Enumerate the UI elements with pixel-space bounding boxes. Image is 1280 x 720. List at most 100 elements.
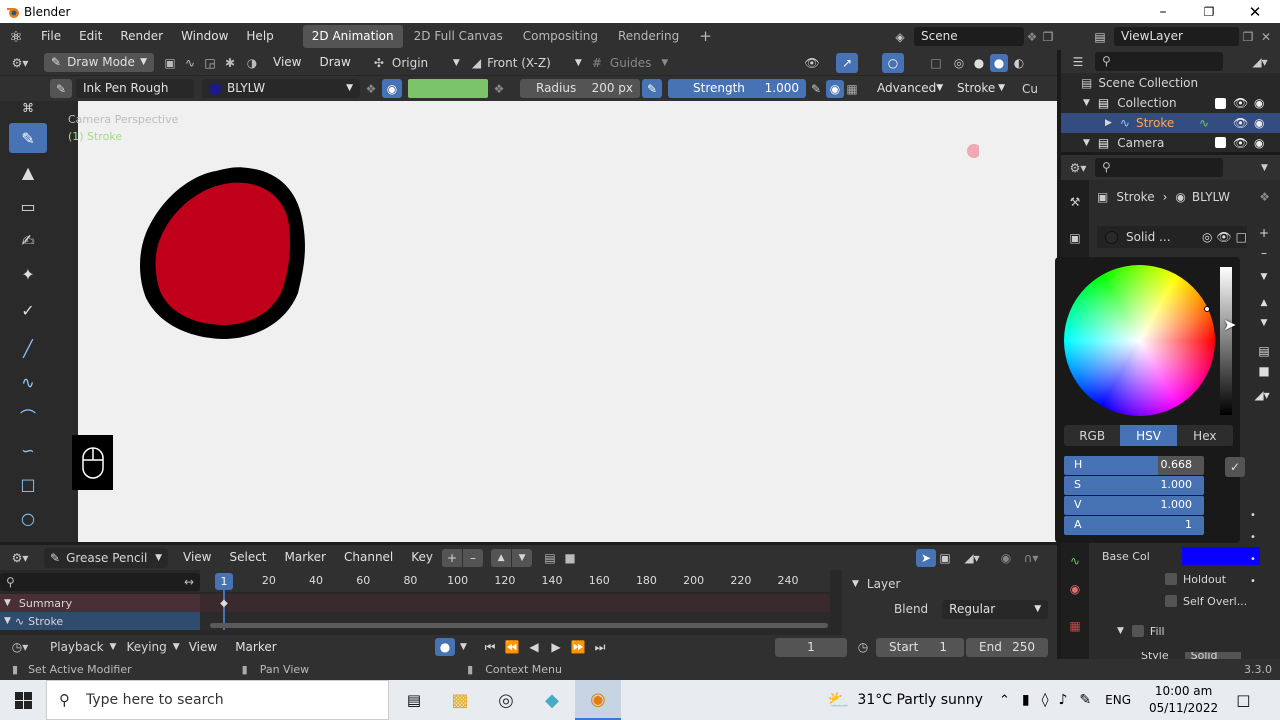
tool-curve[interactable]: ∽ (9, 435, 47, 465)
add-workspace-button[interactable]: + (690, 25, 721, 48)
filter-icon[interactable]: ◢▾ (1243, 55, 1277, 69)
auto-keying-icon[interactable]: ● (435, 638, 455, 656)
only-selected-icon[interactable]: ➤ (916, 548, 936, 567)
timeline-scrollbar[interactable] (210, 623, 828, 628)
tool-arc[interactable]: ⌒ (9, 401, 47, 431)
strength-pressure-icon[interactable]: ✎ (806, 82, 826, 96)
jump-start-icon[interactable]: ⏮ (480, 640, 500, 655)
remove-slot-icon[interactable]: – (1257, 246, 1271, 260)
overlay-icon[interactable]: ○ (882, 52, 904, 73)
origin-selector[interactable]: ✣ Origin ▼ (374, 56, 460, 70)
properties-search[interactable]: ⚲ (1095, 158, 1223, 177)
blend-dropdown[interactable]: Regular ▼ (942, 599, 1049, 619)
eye-icon[interactable]: 👁 (1233, 96, 1248, 110)
stroke-toggle-icon[interactable]: ◎ (1202, 230, 1212, 244)
notepad-app-icon[interactable]: ◆ (529, 680, 575, 720)
outliner-item-collection[interactable]: ▼ ▤ Collection 👁 ◉ (1061, 93, 1280, 113)
eyedropper-icon[interactable]: ✓ (1225, 457, 1245, 477)
menu-draw[interactable]: Draw (310, 49, 359, 76)
remove-layer-icon[interactable]: – (463, 548, 484, 567)
checkbox-icon[interactable] (1215, 97, 1226, 109)
close-window-button[interactable]: ✕ (1232, 0, 1278, 23)
file-explorer-icon[interactable]: ▩ (437, 680, 483, 720)
menu-file[interactable]: File (32, 23, 70, 50)
pressure-icon[interactable]: ✎ (642, 79, 662, 98)
tab-hex[interactable]: Hex (1177, 425, 1233, 446)
preview-range-icon[interactable]: ◷ (853, 640, 873, 654)
start-frame-field[interactable]: Start 1 (876, 637, 964, 657)
render-camera-icon[interactable]: ◉ (1254, 96, 1264, 110)
tab-compositing[interactable]: Compositing (514, 25, 607, 48)
object-data-properties-icon[interactable]: ∿ (1063, 551, 1087, 571)
settings-icon[interactable]: ▦ (844, 82, 860, 96)
tab-2d-full-canvas[interactable]: 2D Full Canvas (405, 25, 512, 48)
base-color-swatch[interactable] (1182, 547, 1260, 565)
cursor-dropdown[interactable]: Cu (1022, 82, 1038, 96)
play-reverse-icon[interactable]: ◀ (524, 640, 544, 654)
value-slider[interactable] (1220, 267, 1232, 415)
auto-merge-icon[interactable]: ◲ (200, 56, 220, 70)
checkbox-icon[interactable] (1165, 595, 1177, 607)
view-layer-selector[interactable]: ViewLayer (1114, 27, 1239, 46)
notifications-icon[interactable]: □ (1236, 691, 1250, 709)
maximize-button[interactable]: ❐ (1186, 0, 1232, 23)
pen-icon[interactable]: ✎ (1079, 692, 1091, 708)
tool-tint[interactable]: ✍ (9, 225, 47, 255)
properties-editor-icon[interactable]: ⚙▾ (1061, 161, 1095, 175)
hsva-field-h[interactable]: H 0.668 (1064, 456, 1204, 475)
tool-polyline[interactable]: ∿ (9, 367, 47, 397)
channel-summary[interactable]: ▼ Summary (0, 594, 200, 612)
menu-view[interactable]: View (264, 49, 310, 76)
tool-cursor[interactable]: ⌘ (9, 101, 47, 115)
tab-rendering[interactable]: Rendering (609, 25, 688, 48)
sculpt-icon[interactable]: ✱ (220, 56, 240, 70)
scene-selector[interactable]: Scene (914, 27, 1024, 46)
next-keyframe-icon[interactable]: ⏩ (568, 640, 588, 654)
material-selector[interactable]: BLYLW ▼ (202, 79, 360, 98)
chevron-down-icon[interactable]: ▼ (1257, 272, 1271, 282)
tab-rgb[interactable]: RGB (1064, 425, 1120, 446)
hsva-field-v[interactable]: V 1.000 (1064, 496, 1204, 515)
chevron-down-icon[interactable]: ▼ (460, 642, 467, 652)
editor-type-icon[interactable]: ⚙▾ (0, 56, 40, 70)
jump-end-icon[interactable]: ⏭ (590, 640, 610, 655)
chevron-down-icon[interactable]: ▼ (1261, 163, 1268, 173)
filter-icon[interactable]: ◢▾ (958, 551, 986, 565)
monitor-icon[interactable]: ▤ (1257, 344, 1271, 358)
outliner-item-camera[interactable]: ▼ ▤ Camera 👁 ◉ (1061, 133, 1280, 152)
orientation-selector[interactable]: ◢ Front (X-Z) ▼ (472, 56, 582, 70)
strength-field[interactable]: Strength 1.000 (668, 79, 806, 98)
pin-scene-icon[interactable]: ❖ (1024, 30, 1040, 44)
checkbox-icon[interactable] (1215, 137, 1226, 148)
tool-line[interactable]: ╱ (9, 333, 47, 363)
timeline-menu-select[interactable]: Select (220, 544, 275, 571)
minimize-button[interactable]: – (1140, 0, 1186, 23)
hsva-field-a[interactable]: A1 (1064, 516, 1204, 535)
viewport-canvas[interactable]: Camera Perspective (1) Stroke Z -Y X ⊕ ✋… (68, 101, 1046, 542)
menu-edit[interactable]: Edit (70, 23, 111, 50)
stabilize-icon[interactable]: ◉ (826, 79, 844, 98)
lock-icon[interactable]: ■ (560, 551, 580, 565)
prev-keyframe-icon[interactable]: ⏪ (502, 640, 522, 654)
move-layer-up-icon[interactable]: ▲ (491, 548, 512, 567)
brush-color-swatch[interactable] (408, 79, 488, 98)
falloff-icon[interactable]: ∩▾ (1016, 551, 1046, 565)
tool-cutter[interactable]: ✦ (9, 259, 47, 289)
mode-selector[interactable]: ✎ Draw Mode ▼ (44, 53, 154, 72)
timeline-menu-channel[interactable]: Channel (335, 544, 402, 571)
outliner-scene-collection[interactable]: ▤ Scene Collection (1061, 73, 1280, 93)
end-frame-field[interactable]: End 250 (966, 637, 1048, 657)
pin-icon[interactable]: ❖ (360, 82, 382, 96)
outliner-editor-icon[interactable]: ☰ (1061, 55, 1095, 69)
editor-type-icon[interactable]: ⚙▾ (0, 551, 40, 565)
tab-hsv[interactable]: HSV (1120, 425, 1177, 446)
tool-box[interactable]: □ (9, 469, 47, 499)
menu-help[interactable]: Help (237, 23, 282, 50)
windows-start-icon[interactable] (0, 680, 46, 720)
timeline-menu-key[interactable]: Key (402, 544, 442, 571)
render-properties-icon[interactable]: ▣ (1063, 228, 1087, 248)
blender-taskbar-icon[interactable]: ◉ (575, 680, 621, 720)
eye-icon[interactable]: 👁 (1216, 230, 1231, 244)
move-up-icon[interactable]: ▲ (1257, 298, 1271, 308)
editor-type-icon[interactable]: ◷▾ (0, 640, 40, 654)
